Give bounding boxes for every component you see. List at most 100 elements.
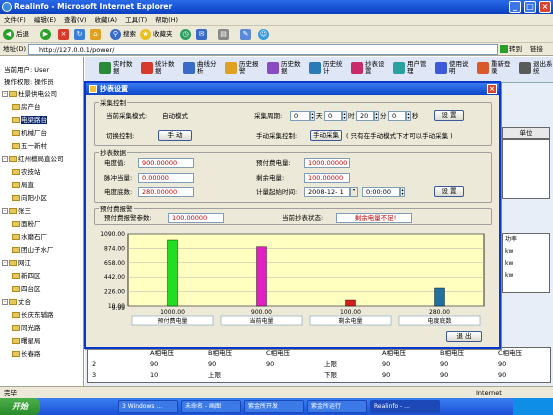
minutes-spinner[interactable]: ▴ ▾ <box>374 111 379 121</box>
minimize-button[interactable]: _ <box>509 1 521 13</box>
refresh-button[interactable]: ↻ <box>74 28 87 41</box>
app-toolbar-button[interactable]: 重新登录 <box>477 59 511 81</box>
app-toolbar-button[interactable]: 历史数据 <box>267 59 301 81</box>
power-value-field[interactable]: 900.00000 <box>138 158 194 168</box>
toolbar-icon <box>141 62 153 74</box>
app-toolbar-button[interactable]: 用户管理 <box>393 59 427 81</box>
remain-field[interactable]: 100.00000 <box>304 173 350 183</box>
tree-node[interactable]: 四台区 <box>12 285 41 294</box>
back-button[interactable]: ◀ 后退 <box>3 28 29 41</box>
mail-button[interactable]: ✉ <box>196 28 209 41</box>
links-button[interactable]: 链接 <box>530 45 543 53</box>
app-toolbar-button[interactable]: 抄表设置 <box>351 59 385 81</box>
home-button[interactable]: ⌂ <box>90 28 103 41</box>
tree-node[interactable]: 同光路 <box>12 324 41 333</box>
prepaid-field[interactable]: 1000.00000 <box>304 158 350 168</box>
collapse-icon[interactable]: - <box>2 260 8 266</box>
tree-node[interactable]: 曙星局 <box>12 337 41 346</box>
menu-edit[interactable]: 编辑(E) <box>30 14 60 26</box>
tree-node[interactable]: 水磨石厂 <box>12 233 47 242</box>
start-date-picker[interactable]: 2008-12- 1 <box>304 187 350 197</box>
bg-cell: 上限 <box>208 371 221 379</box>
exit-button[interactable]: 退 出 <box>446 331 482 342</box>
seconds-spinner[interactable]: ▴ ▾ <box>406 111 411 121</box>
window-titlebar[interactable]: Realinfo - Microsoft Internet Explorer _… <box>0 0 553 14</box>
tree-node[interactable]: 五一新村 <box>12 142 47 151</box>
period-days-input[interactable]: 0 <box>290 111 310 121</box>
days-spinner[interactable]: ▴ ▾ <box>310 111 315 121</box>
task-dev[interactable]: 紫金所开发 <box>244 400 304 413</box>
app-toolbar-button[interactable]: 统计数据 <box>141 59 175 81</box>
bg-kw-3: kw <box>505 272 514 279</box>
app-toolbar-button[interactable]: 历史统计 <box>309 59 343 81</box>
address-input[interactable]: http://127.0.0.1/power/ <box>28 44 498 55</box>
start-time-set-button[interactable]: 设 置 <box>434 186 464 197</box>
manual-collect-button[interactable]: 手动采集 <box>310 130 342 141</box>
collapse-icon[interactable]: - <box>2 91 8 97</box>
period-hours-input[interactable]: 0 <box>324 111 342 121</box>
forward-button[interactable]: ▶ <box>40 28 53 41</box>
tree-node[interactable]: 房产台 <box>12 103 41 112</box>
tree-node[interactable]: 面粉厂 <box>12 220 41 229</box>
tree-node[interactable]: - 张三 <box>2 207 31 216</box>
tree-node[interactable]: - 杜景供电公司 <box>2 90 57 99</box>
y-tick-label: 226.00 <box>104 289 125 296</box>
menu-help[interactable]: 帮助(H) <box>151 14 182 26</box>
collapse-icon[interactable]: - <box>2 156 8 162</box>
period-set-button[interactable]: 设 置 <box>434 110 464 121</box>
search-button[interactable]: ⚲ 搜索 <box>110 28 136 41</box>
edit-button[interactable]: ✎ <box>240 28 253 41</box>
task-paint[interactable]: 未命名 - 画图 <box>181 400 241 413</box>
menu-tools[interactable]: 工具(T) <box>121 14 151 26</box>
dialog-close-button[interactable]: × <box>487 84 497 94</box>
task-realinfo[interactable]: Realinfo - ... <box>370 400 440 413</box>
base-field[interactable]: 280.00000 <box>138 187 194 197</box>
app-toolbar-button[interactable]: 历史报警 <box>225 59 259 81</box>
start-time-field[interactable]: 0:00:00 <box>362 187 400 197</box>
toolbar-icon <box>267 62 279 74</box>
pulse-field[interactable]: 0.00000 <box>138 173 194 183</box>
favorites-button[interactable]: ★ 收藏夹 <box>140 28 173 41</box>
start-button[interactable]: 开始 <box>0 398 40 415</box>
tree-node[interactable]: 长庆东辅路 <box>12 311 54 320</box>
alarm-param-field[interactable]: 100.00000 <box>168 213 224 223</box>
tree-node[interactable]: - 丈合 <box>2 298 31 307</box>
history-button[interactable]: ◷ <box>180 28 193 41</box>
stop-button[interactable]: × <box>58 28 71 41</box>
task-windows[interactable]: 3 Windows ... <box>118 400 178 413</box>
tree-node[interactable]: - 红州檀局直公司 <box>2 155 64 164</box>
task-run[interactable]: 紫金所运行 <box>307 400 367 413</box>
app-toolbar-button[interactable]: 退出系统 <box>519 59 553 81</box>
tree-node[interactable]: 电梁路台 <box>12 116 47 125</box>
tree-node[interactable]: 团山子水厂 <box>12 246 54 255</box>
tree-node[interactable]: 农技站 <box>12 168 41 177</box>
go-button[interactable]: 转到 <box>500 44 522 55</box>
close-button[interactable]: × <box>539 1 551 13</box>
menu-file[interactable]: 文件(F) <box>0 14 30 26</box>
time-spinner[interactable]: ▴ ▾ <box>400 187 405 197</box>
date-dropdown[interactable]: ▾ <box>350 187 358 197</box>
tree-node[interactable]: 机械厂台 <box>12 129 47 138</box>
maximize-button[interactable]: □ <box>524 1 536 13</box>
tree-node[interactable]: 局直 <box>12 181 34 190</box>
menu-favorites[interactable]: 收藏(A) <box>91 14 122 26</box>
tree-node[interactable]: - 网江 <box>2 259 31 268</box>
tree-node[interactable]: 长春路 <box>12 350 41 359</box>
dialog-titlebar[interactable]: 抄表设置 × <box>86 83 499 95</box>
print-button[interactable]: ▤ <box>218 28 231 41</box>
period-minutes-input[interactable]: 20 <box>356 111 374 121</box>
app-toolbar-button[interactable]: 实时数据 <box>99 59 133 81</box>
hours-spinner[interactable]: ▴ ▾ <box>342 111 347 121</box>
bg-cell: 90 <box>266 360 275 368</box>
manual-mode-button[interactable]: 手 动 <box>158 130 192 141</box>
collapse-icon[interactable]: - <box>2 208 8 214</box>
menu-view[interactable]: 查看(V) <box>60 14 91 26</box>
app-toolbar-button[interactable]: 使用说明 <box>435 59 469 81</box>
collapse-icon[interactable]: - <box>2 299 8 305</box>
tree-node[interactable]: 向阳小区 <box>12 194 47 203</box>
app-toolbar-button[interactable]: 曲线分析 <box>183 59 217 81</box>
period-seconds-input[interactable]: 0 <box>388 111 406 121</box>
messenger-button[interactable]: ☺ <box>258 28 271 41</box>
folder-icon <box>12 247 20 253</box>
tree-node[interactable]: 新四区 <box>12 272 41 281</box>
